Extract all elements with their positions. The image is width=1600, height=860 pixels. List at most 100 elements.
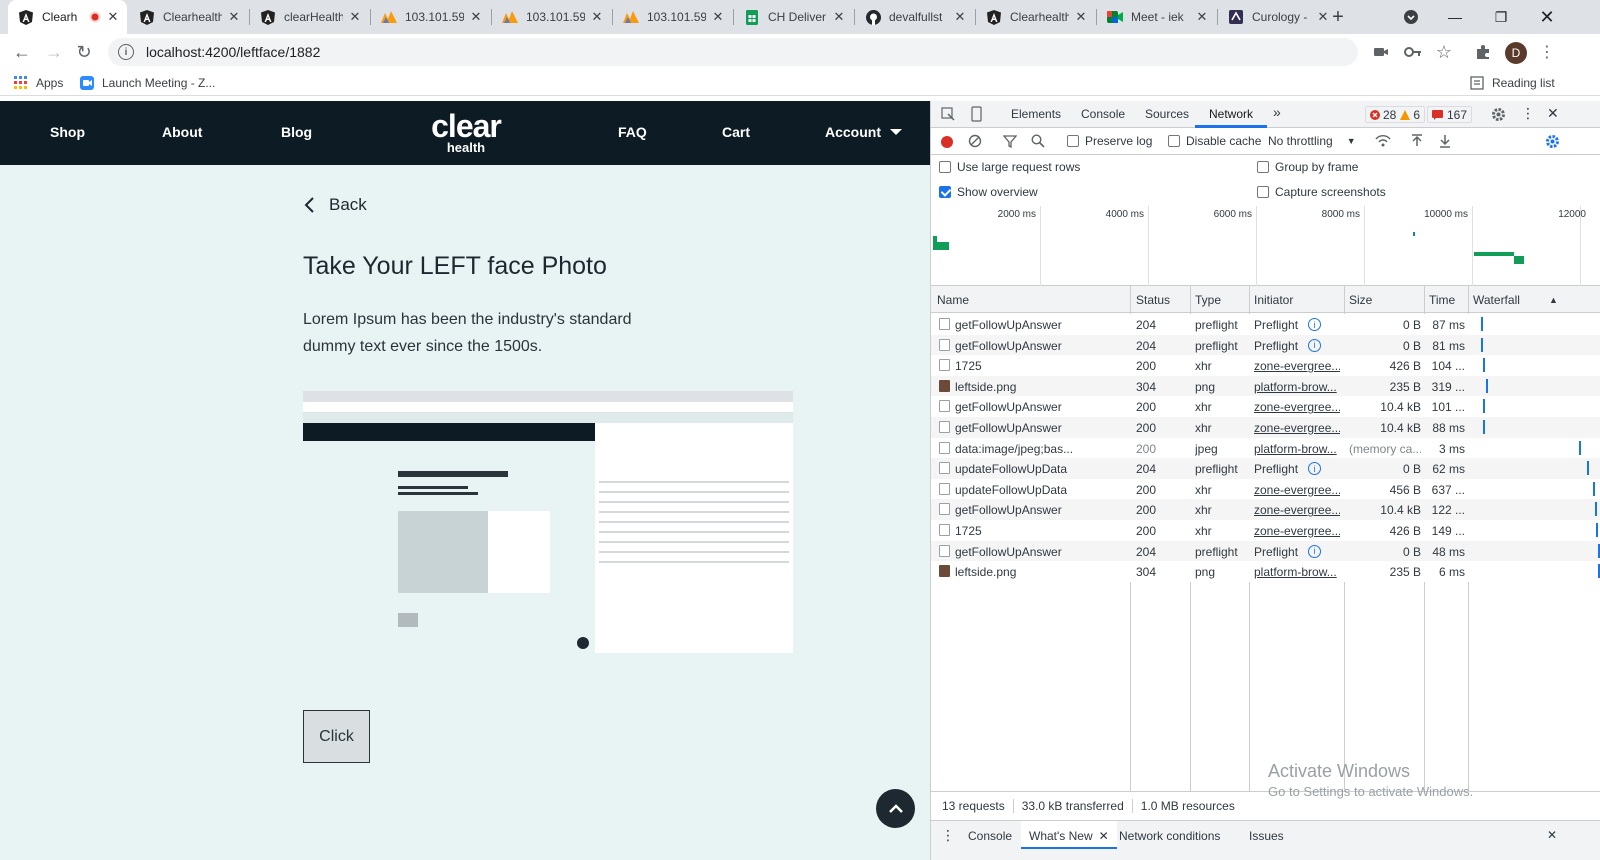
site-logo[interactable]: clear health <box>420 110 512 155</box>
close-tab-icon[interactable]: ✕ <box>589 9 605 25</box>
close-drawer-icon[interactable]: ✕ <box>1547 828 1557 842</box>
profile-avatar[interactable]: D <box>1505 42 1527 64</box>
request-initiator[interactable]: zone-evergree... <box>1254 359 1340 373</box>
close-tab-icon[interactable]: ✕ <box>831 9 847 25</box>
request-initiator[interactable]: zone-evergree... <box>1254 400 1340 414</box>
network-request-row[interactable]: data:image/jpeg;bas... 200 jpeg platform-br… <box>931 437 1600 459</box>
bookmark-star-icon[interactable]: ☆ <box>1434 42 1454 62</box>
tab-elements[interactable]: Elements <box>1011 107 1061 121</box>
tab-sources[interactable]: Sources <box>1145 107 1189 121</box>
group-by-frame-checkbox[interactable]: Group by frame <box>1257 160 1358 174</box>
network-request-row[interactable]: getFollowUpAnswer 204 preflight Preflight i 0… <box>931 540 1600 562</box>
col-size[interactable]: Size <box>1349 293 1372 307</box>
close-devtools-icon[interactable]: ✕ <box>1547 105 1559 122</box>
network-request-row[interactable]: getFollowUpAnswer 204 preflight Preflight i 0… <box>931 334 1600 356</box>
tab-search-button[interactable] <box>1388 0 1434 34</box>
bookmark-launch-meeting[interactable]: Launch Meeting - Z... <box>80 74 215 92</box>
close-tab-icon[interactable]: ✕ <box>105 9 121 25</box>
drawer-tab-issues[interactable]: Issues <box>1249 829 1284 843</box>
scroll-to-top-button[interactable] <box>876 789 915 828</box>
browser-tab[interactable]: Curology - ✕ <box>1218 0 1337 34</box>
network-request-row[interactable]: leftside.png 304 png platform-brow... 235 B 3… <box>931 375 1600 397</box>
nav-faq-link[interactable]: FAQ <box>618 124 647 140</box>
col-name[interactable]: Name <box>937 293 969 307</box>
close-window-button[interactable]: ✕ <box>1524 0 1570 34</box>
console-counts[interactable]: 28 6 <box>1365 106 1426 123</box>
devtools-menu-icon[interactable]: ⋮ <box>1521 105 1535 122</box>
tab-network[interactable]: Network <box>1209 107 1253 121</box>
request-initiator[interactable]: platform-brow... <box>1254 565 1340 579</box>
close-tab-icon[interactable]: ✕ <box>710 9 726 25</box>
request-initiator[interactable]: zone-evergree... <box>1254 503 1340 517</box>
col-time[interactable]: Time <box>1429 293 1455 307</box>
throttling-select[interactable]: No throttling ▼ <box>1268 134 1356 148</box>
drawer-tab-whats-new[interactable]: What's New ✕ <box>1021 821 1117 849</box>
disable-cache-checkbox[interactable]: Disable cache <box>1168 134 1261 148</box>
sort-ascending-icon[interactable]: ▲ <box>1549 295 1558 305</box>
back-nav-button[interactable]: ← <box>8 38 36 66</box>
browser-tab[interactable]: Meet - iek ✕ <box>1097 0 1216 34</box>
browser-tab[interactable]: Clearh ✕ <box>8 0 127 34</box>
network-request-row[interactable]: getFollowUpAnswer 200 xhr zone-evergree... 1… <box>931 499 1600 520</box>
minimize-button[interactable]: — <box>1432 0 1478 34</box>
reading-list-button[interactable]: Reading list <box>1470 74 1555 92</box>
drawer-menu-icon[interactable]: ⋮ <box>941 827 955 844</box>
request-initiator[interactable]: zone-evergree... <box>1254 483 1340 497</box>
network-request-row[interactable]: getFollowUpAnswer 200 xhr zone-evergree... 1… <box>931 396 1600 417</box>
browser-tab[interactable]: CH Deliver ✕ <box>734 0 853 34</box>
network-request-row[interactable]: getFollowUpAnswer 200 xhr zone-evergree... 1… <box>931 417 1600 438</box>
preflight-info-icon[interactable]: i <box>1308 318 1321 331</box>
network-request-row[interactable]: getFollowUpAnswer 204 preflight Preflight i 0… <box>931 314 1600 335</box>
tab-console[interactable]: Console <box>1081 107 1125 121</box>
network-request-row[interactable]: updateFollowUpData 204 preflight Preflight i… <box>931 458 1600 479</box>
nav-shop-link[interactable]: Shop <box>50 124 85 140</box>
more-tabs-icon[interactable]: » <box>1273 104 1281 120</box>
browser-tab[interactable]: clearHealth ✕ <box>250 0 369 34</box>
col-type[interactable]: Type <box>1195 293 1221 307</box>
close-tab-icon[interactable]: ✕ <box>347 9 363 25</box>
nav-account-dropdown[interactable]: Account <box>825 124 903 140</box>
col-waterfall[interactable]: Waterfall <box>1473 293 1520 307</box>
nav-blog-link[interactable]: Blog <box>281 124 312 140</box>
nav-cart-link[interactable]: Cart <box>722 124 750 140</box>
network-request-row[interactable]: 1725 200 xhr zone-evergree... 426 B 104 ... <box>931 355 1600 376</box>
show-overview-checkbox[interactable]: Show overview <box>939 185 1038 199</box>
browser-tab[interactable]: 103.101.59 ✕ <box>613 0 732 34</box>
nav-about-link[interactable]: About <box>162 124 202 140</box>
restore-button[interactable]: ❐ <box>1478 0 1524 34</box>
click-button[interactable]: Click <box>303 710 370 763</box>
browser-tab[interactable]: 103.101.59 ✕ <box>492 0 611 34</box>
browser-tab[interactable]: Clearhealth ✕ <box>976 0 1095 34</box>
site-info-icon[interactable]: i <box>118 44 134 60</box>
col-status[interactable]: Status <box>1136 293 1170 307</box>
close-tab-icon[interactable]: ✕ <box>468 9 484 25</box>
key-icon[interactable] <box>1403 42 1423 62</box>
network-request-row[interactable]: updateFollowUpData 200 xhr zone-evergree...… <box>931 478 1600 500</box>
drawer-tab-console[interactable]: Console <box>968 829 1012 843</box>
request-initiator[interactable]: zone-evergree... <box>1254 421 1340 435</box>
preflight-info-icon[interactable]: i <box>1308 544 1321 558</box>
browser-menu-icon[interactable]: ⋮ <box>1537 42 1557 62</box>
browser-tab[interactable]: devalfullst ✕ <box>855 0 974 34</box>
drawer-tab-network-conditions[interactable]: Network conditions <box>1119 829 1220 843</box>
close-tab-icon[interactable]: ✕ <box>952 9 968 25</box>
request-initiator[interactable]: platform-brow... <box>1254 380 1340 394</box>
bookmark-apps[interactable]: Apps <box>14 74 63 92</box>
network-overview-timeline[interactable]: 2000 ms 4000 ms 6000 ms 8000 ms 10000 ms 1200… <box>931 206 1600 286</box>
close-tab-icon[interactable]: ✕ <box>1073 9 1089 25</box>
preserve-log-checkbox[interactable]: Preserve log <box>1067 134 1152 148</box>
issues-count-badge[interactable]: 167 <box>1427 106 1473 123</box>
address-bar[interactable]: i localhost:4200/leftface/1882 <box>108 38 1358 66</box>
network-request-row[interactable]: leftside.png 304 png platform-brow... 235 B 6… <box>931 561 1600 582</box>
request-initiator[interactable]: zone-evergree... <box>1254 524 1340 538</box>
forward-nav-button[interactable]: → <box>40 38 68 66</box>
close-whats-new-icon[interactable]: ✕ <box>1099 829 1109 843</box>
browser-tab[interactable]: Clearhealth ✕ <box>129 0 248 34</box>
preflight-info-icon[interactable]: i <box>1308 338 1321 352</box>
request-initiator[interactable]: platform-brow... <box>1254 442 1340 456</box>
extensions-puzzle-icon[interactable] <box>1473 42 1493 62</box>
back-link[interactable]: Back <box>303 195 367 215</box>
col-initiator[interactable]: Initiator <box>1254 293 1293 307</box>
close-tab-icon[interactable]: ✕ <box>226 9 242 25</box>
close-tab-icon[interactable]: ✕ <box>1194 9 1210 25</box>
